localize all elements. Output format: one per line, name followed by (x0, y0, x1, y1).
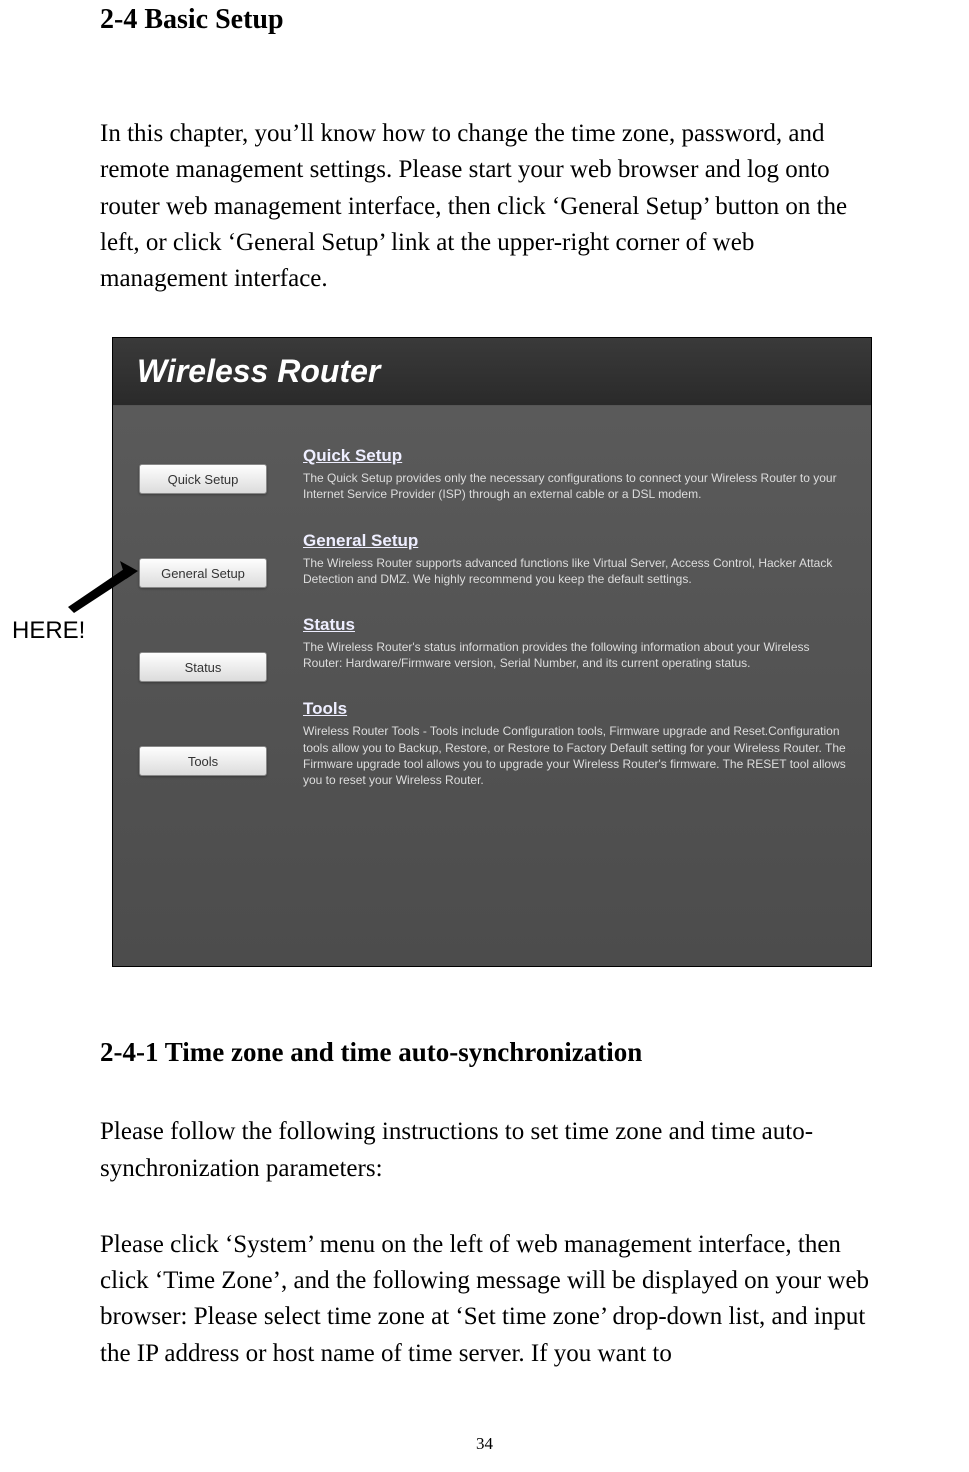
screenshot-container: HERE! Wireless Router Quick Setup Genera… (112, 337, 879, 967)
section-general-setup: General Setup The Wireless Router suppor… (303, 531, 851, 587)
quick-setup-button[interactable]: Quick Setup (139, 464, 267, 494)
section-status: Status The Wireless Router's status info… (303, 615, 851, 671)
intro-paragraph: In this chapter, you’ll know how to chan… (100, 116, 879, 297)
screenshot-header: Wireless Router (113, 338, 871, 406)
section-heading: 2-4 Basic Setup (100, 4, 879, 36)
screenshot-title: Wireless Router (137, 353, 380, 390)
section-quick-setup: Quick Setup The Quick Setup provides onl… (303, 446, 851, 502)
tools-button[interactable]: Tools (139, 746, 267, 776)
paragraph-3: Please click ‘System’ menu on the left o… (100, 1227, 879, 1372)
page-number: 34 (0, 1434, 969, 1454)
section-tools: Tools Wireless Router Tools - Tools incl… (303, 699, 851, 788)
status-link[interactable]: Status (303, 615, 851, 635)
router-screenshot: Wireless Router Quick Setup General Setu… (112, 337, 872, 967)
general-setup-desc: The Wireless Router supports advanced fu… (303, 555, 851, 587)
general-setup-link[interactable]: General Setup (303, 531, 851, 551)
tools-desc: Wireless Router Tools - Tools include Co… (303, 723, 851, 788)
screenshot-sidebar: Quick Setup General Setup Status Tools (113, 446, 283, 936)
screenshot-content: Quick Setup The Quick Setup provides onl… (283, 446, 871, 936)
status-button[interactable]: Status (139, 652, 267, 682)
paragraph-2: Please follow the following instructions… (100, 1114, 879, 1187)
status-desc: The Wireless Router's status information… (303, 639, 851, 671)
annotation-here: HERE! (12, 617, 85, 645)
quick-setup-desc: The Quick Setup provides only the necess… (303, 470, 851, 502)
subsection-heading: 2-4-1 Time zone and time auto-synchroniz… (100, 1037, 879, 1068)
arrow-icon (60, 559, 140, 620)
quick-setup-link[interactable]: Quick Setup (303, 446, 851, 466)
general-setup-button[interactable]: General Setup (139, 558, 267, 588)
tools-link[interactable]: Tools (303, 699, 851, 719)
screenshot-body: Quick Setup General Setup Status Tools Q… (113, 406, 871, 966)
